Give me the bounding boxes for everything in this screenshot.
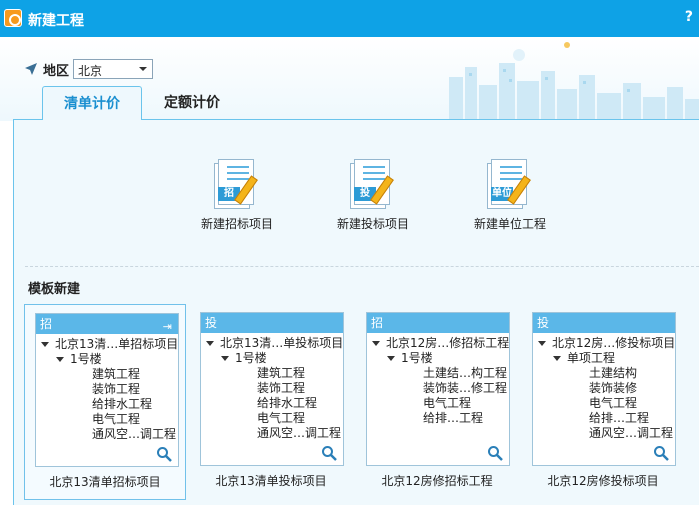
tab-quota-pricing[interactable]: 定额计价 bbox=[146, 86, 238, 120]
window-title: 新建工程 bbox=[28, 13, 84, 29]
bid-document-icon: 投 bbox=[348, 157, 398, 209]
tree-leaf: 给排…工程 bbox=[423, 411, 484, 425]
app-logo-icon bbox=[4, 9, 22, 27]
caret-down-icon bbox=[41, 342, 49, 347]
tree-leaf: 电气工程 bbox=[92, 412, 141, 426]
template-card[interactable]: 招 ⇥ 北京13清…单招标项目 1号楼 建筑工程 装饰工程 给排水工程 电气工程… bbox=[24, 304, 186, 500]
caret-down-icon bbox=[387, 356, 395, 361]
project-tree: 北京13清…单投标项目 1号楼 建筑工程 装饰工程 给排水工程 电气工程 通风空… bbox=[201, 333, 343, 441]
tree-leaf: 土建结…构工程 bbox=[423, 366, 508, 380]
caret-down-icon bbox=[221, 356, 229, 361]
magnifier-icon[interactable] bbox=[156, 446, 172, 462]
caret-down-icon bbox=[372, 341, 380, 346]
location-arrow-icon bbox=[25, 63, 37, 75]
template-card-label: 北京13清单投标项目 bbox=[215, 474, 327, 488]
template-preview: 招 ⇥ 北京13清…单招标项目 1号楼 建筑工程 装饰工程 给排水工程 电气工程… bbox=[35, 313, 179, 467]
template-card-header: 投 bbox=[201, 313, 343, 333]
tree-leaf: 土建结构 bbox=[589, 366, 638, 380]
tree-child: 1号楼 bbox=[70, 352, 102, 366]
template-card-header: 招 ⇥ bbox=[36, 314, 178, 334]
magnifier-icon[interactable] bbox=[653, 445, 669, 461]
tender-document-icon: 招 bbox=[212, 157, 262, 209]
help-button[interactable]: ? bbox=[685, 9, 693, 25]
new-item-label: 新建单位工程 bbox=[473, 217, 546, 231]
caret-down-icon bbox=[538, 341, 546, 346]
new-unit-project-button[interactable]: 单位 新建单位工程 bbox=[455, 157, 565, 232]
caret-down-icon bbox=[553, 356, 561, 361]
region-label: 地区 bbox=[43, 63, 70, 79]
tree-leaf: 电气工程 bbox=[423, 396, 472, 410]
tree-child: 1号楼 bbox=[235, 351, 267, 365]
tree-root: 北京13清…单招标项目 bbox=[55, 337, 179, 351]
region-dropdown-value: 北京 bbox=[78, 64, 103, 78]
template-card-header: 投 bbox=[533, 313, 675, 333]
magnifier-icon[interactable] bbox=[487, 445, 503, 461]
project-tree: 北京12房…修招标工程 1号楼 土建结…构工程 装饰装…修工程 电气工程 给排…… bbox=[367, 333, 509, 426]
tree-leaf: 给排…工程 bbox=[589, 411, 650, 425]
tree-child: 单项工程 bbox=[567, 351, 616, 365]
template-card-label: 北京12房修投标项目 bbox=[547, 474, 659, 488]
tree-leaf: 给排水工程 bbox=[92, 397, 153, 411]
project-tree: 北京13清…单招标项目 1号楼 建筑工程 装饰工程 给排水工程 电气工程 通风空… bbox=[36, 334, 178, 442]
tree-leaf: 建筑工程 bbox=[257, 366, 306, 380]
project-tree: 北京12房…修投标项目 单项工程 土建结构 装饰装修 电气工程 给排…工程 通风… bbox=[533, 333, 675, 441]
tree-leaf: 通风空…调工程 bbox=[257, 426, 342, 440]
template-section-title: 模板新建 bbox=[28, 282, 81, 297]
magnifier-icon[interactable] bbox=[321, 445, 337, 461]
template-type-badge: 投 bbox=[537, 316, 550, 330]
tree-leaf: 装饰工程 bbox=[92, 382, 141, 396]
template-card[interactable]: 投 北京12房…修投标项目 单项工程 土建结构 装饰装修 电气工程 给排…工程 … bbox=[522, 304, 684, 500]
tree-root: 北京13清…单投标项目 bbox=[220, 336, 344, 350]
tree-child: 1号楼 bbox=[401, 351, 433, 365]
tree-leaf: 电气工程 bbox=[589, 396, 638, 410]
template-card-label: 北京12房修招标工程 bbox=[381, 474, 493, 488]
region-dropdown[interactable]: 北京 bbox=[73, 59, 154, 79]
new-tender-project-button[interactable]: 招 新建招标项目 bbox=[182, 157, 292, 232]
tree-leaf: 装饰工程 bbox=[257, 381, 306, 395]
template-card[interactable]: 投 北京13清…单投标项目 1号楼 建筑工程 装饰工程 给排水工程 电气工程 通… bbox=[190, 304, 352, 500]
template-type-badge: 投 bbox=[205, 316, 218, 330]
city-skyline-illustration bbox=[449, 42, 699, 121]
tree-leaf: 通风空…调工程 bbox=[92, 427, 177, 441]
tree-root: 北京12房…修投标项目 bbox=[552, 336, 676, 350]
tree-leaf: 建筑工程 bbox=[92, 367, 141, 381]
new-item-label: 新建招标项目 bbox=[200, 217, 273, 231]
template-card[interactable]: 招 北京12房…修招标工程 1号楼 土建结…构工程 装饰装…修工程 电气工程 给… bbox=[356, 304, 518, 500]
section-divider bbox=[25, 266, 699, 267]
tree-leaf: 通风空…调工程 bbox=[589, 426, 674, 440]
tree-root: 北京12房…修招标工程 bbox=[386, 336, 510, 350]
template-card-header: 招 bbox=[367, 313, 509, 333]
template-card-label: 北京13清单招标项目 bbox=[49, 475, 161, 489]
tree-leaf: 装饰装…修工程 bbox=[423, 381, 508, 395]
title-bar: 新建工程 ? bbox=[0, 0, 699, 37]
caret-down-icon bbox=[56, 357, 64, 362]
template-preview: 招 北京12房…修招标工程 1号楼 土建结…构工程 装饰装…修工程 电气工程 给… bbox=[366, 312, 510, 466]
unit-document-icon: 单位 bbox=[485, 157, 535, 209]
template-type-badge: 招 bbox=[40, 317, 53, 331]
tab-bill-pricing[interactable]: 清单计价 bbox=[42, 86, 142, 120]
new-bid-project-button[interactable]: 投 新建投标项目 bbox=[318, 157, 428, 232]
template-type-badge: 招 bbox=[371, 316, 384, 330]
template-preview: 投 北京12房…修投标项目 单项工程 土建结构 装饰装修 电气工程 给排…工程 … bbox=[532, 312, 676, 466]
new-item-label: 新建投标项目 bbox=[336, 217, 409, 231]
tree-leaf: 电气工程 bbox=[257, 411, 306, 425]
caret-down-icon bbox=[206, 341, 214, 346]
tree-leaf: 给排水工程 bbox=[257, 396, 318, 410]
tree-leaf: 装饰装修 bbox=[589, 381, 638, 395]
pin-icon[interactable]: ⇥ bbox=[163, 317, 172, 337]
chevron-down-icon bbox=[139, 67, 148, 71]
template-preview: 投 北京13清…单投标项目 1号楼 建筑工程 装饰工程 给排水工程 电气工程 通… bbox=[200, 312, 344, 466]
region-selector: 地区 北京 bbox=[24, 59, 154, 79]
